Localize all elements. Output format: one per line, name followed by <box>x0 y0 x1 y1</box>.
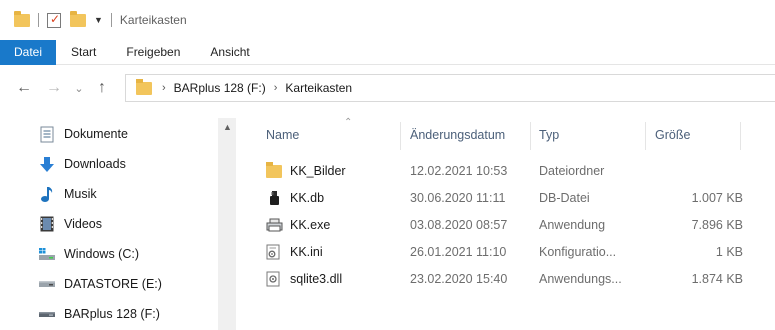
file-size: 1 KB <box>715 245 743 259</box>
breadcrumb-separator[interactable]: › <box>274 82 278 94</box>
tab-ansicht[interactable]: Ansicht <box>195 40 264 65</box>
downloads-icon <box>38 155 56 173</box>
file-row[interactable]: sqlite3.dll 23.02.2020 15:40 Anwendungs.… <box>250 268 775 290</box>
column-header-label: Name <box>266 128 300 142</box>
dll-file-icon <box>266 271 282 287</box>
file-row[interactable]: KK.db 30.06.2020 11:11 DB-Datei 1.007 KB <box>250 187 775 209</box>
divider <box>110 13 112 27</box>
file-date: 30.06.2020 11:11 <box>410 191 506 205</box>
recent-locations-chevron-icon[interactable]: ⌄ <box>70 82 88 95</box>
file-name: KK_Bilder <box>290 164 346 178</box>
application-icon <box>266 217 283 233</box>
folder-icon <box>266 162 282 179</box>
sidebar-item-datastore-e[interactable]: DATASTORE (E:) <box>38 272 162 296</box>
breadcrumb-current-folder[interactable]: Karteikasten <box>285 81 352 95</box>
customize-quick-access-icon[interactable]: ▼ <box>94 15 103 25</box>
navigation-pane: Dokumente Downloads Musik Videos Windows… <box>0 118 236 330</box>
file-type: Konfiguratio... <box>539 245 617 259</box>
videos-icon <box>38 215 56 233</box>
column-header-name[interactable]: ⌃ Name <box>266 117 352 152</box>
sidebar-item-windows-c[interactable]: Windows (C:) <box>38 242 139 266</box>
column-header-type[interactable]: Typ <box>539 118 559 152</box>
column-header-label: Änderungsdatum <box>410 128 506 142</box>
file-name: KK.ini <box>290 245 323 259</box>
documents-icon <box>38 125 56 143</box>
file-type: Anwendungs... <box>539 272 622 286</box>
divider <box>38 13 39 27</box>
scroll-up-arrow-icon[interactable]: ▲ <box>223 122 232 132</box>
breadcrumb-drive[interactable]: BARplus 128 (F:) <box>174 81 266 95</box>
column-header-label: Größe <box>655 128 691 142</box>
column-header-date[interactable]: Änderungsdatum <box>410 118 505 152</box>
sidebar-item-label: Windows (C:) <box>64 247 140 261</box>
file-type: DB-Datei <box>539 191 590 205</box>
config-file-icon <box>266 244 282 260</box>
file-date: 26.01.2021 11:10 <box>410 245 507 259</box>
sidebar-item-label: BARplus 128 (F:) <box>64 307 160 321</box>
file-size: 1.007 KB <box>691 191 743 205</box>
new-folder-icon[interactable] <box>70 10 86 27</box>
database-file-icon <box>266 190 282 206</box>
window-title: Karteikasten <box>119 13 187 27</box>
column-divider[interactable] <box>400 122 401 150</box>
column-header-label: Typ <box>539 128 560 142</box>
sidebar-item-downloads[interactable]: Downloads <box>38 152 126 176</box>
column-divider[interactable] <box>740 122 741 150</box>
back-arrow-icon[interactable]: ← <box>12 79 36 97</box>
breadcrumb-separator[interactable]: › <box>162 82 166 94</box>
folder-icon[interactable] <box>14 10 30 27</box>
file-list: ⌃ Name Änderungsdatum Typ Größe KK_Bilde… <box>250 117 775 330</box>
sidebar-item-label: Dokumente <box>64 127 128 141</box>
file-row[interactable]: KK.ini 26.01.2021 11:10 Konfiguratio... … <box>250 241 775 263</box>
file-name: KK.db <box>290 191 325 205</box>
ribbon-tabs: Datei Start Freigeben Ansicht <box>0 39 775 65</box>
title-bar: ▼ Karteikasten <box>0 0 775 40</box>
file-size: 1.874 KB <box>691 272 743 286</box>
column-header-size[interactable]: Größe <box>655 118 690 152</box>
sidebar-item-videos[interactable]: Videos <box>38 212 102 236</box>
usb-drive-icon <box>38 305 56 323</box>
forward-arrow-icon[interactable]: → <box>42 79 66 97</box>
sidebar-item-label: Videos <box>64 217 102 231</box>
sidebar-item-dokumente[interactable]: Dokumente <box>38 122 128 146</box>
file-row[interactable]: KK_Bilder 12.02.2021 10:53 Dateiordner <box>250 160 775 182</box>
file-type: Dateiordner <box>539 164 605 178</box>
file-date: 12.02.2021 10:53 <box>410 164 508 178</box>
file-name: sqlite3.dll <box>290 272 343 286</box>
tab-start[interactable]: Start <box>56 40 111 65</box>
windows-drive-icon <box>38 245 56 263</box>
folder-icon <box>136 78 152 95</box>
file-type: Anwendung <box>539 218 606 232</box>
file-date: 23.02.2020 15:40 <box>410 272 508 286</box>
sidebar-item-barplus-f[interactable]: BARplus 128 (F:) <box>38 302 160 326</box>
file-date: 03.08.2020 08:57 <box>410 218 508 232</box>
music-icon <box>38 185 56 203</box>
tab-datei[interactable]: Datei <box>0 39 57 65</box>
column-divider[interactable] <box>645 122 646 150</box>
sidebar-item-musik[interactable]: Musik <box>38 182 97 206</box>
sidebar-item-label: Downloads <box>64 157 126 171</box>
file-size: 7.896 KB <box>691 218 743 232</box>
address-bar[interactable]: › BARplus 128 (F:) › Karteikasten <box>125 74 775 102</box>
sidebar-item-label: DATASTORE (E:) <box>64 277 162 291</box>
drive-icon <box>38 275 56 293</box>
sidebar-scrollbar[interactable] <box>218 118 236 330</box>
sort-ascending-icon: ⌃ <box>344 117 353 128</box>
file-name: KK.exe <box>290 218 331 232</box>
navigation-bar: ← → ⌄ ↑ › BARplus 128 (F:) › Karteikaste… <box>0 66 775 110</box>
file-row[interactable]: KK.exe 03.08.2020 08:57 Anwendung 7.896 … <box>250 214 775 236</box>
sidebar-item-label: Musik <box>64 187 97 201</box>
properties-icon[interactable] <box>47 12 61 28</box>
up-arrow-icon[interactable]: ↑ <box>90 79 114 97</box>
tab-freigeben[interactable]: Freigeben <box>111 40 195 65</box>
column-divider[interactable] <box>530 122 531 150</box>
